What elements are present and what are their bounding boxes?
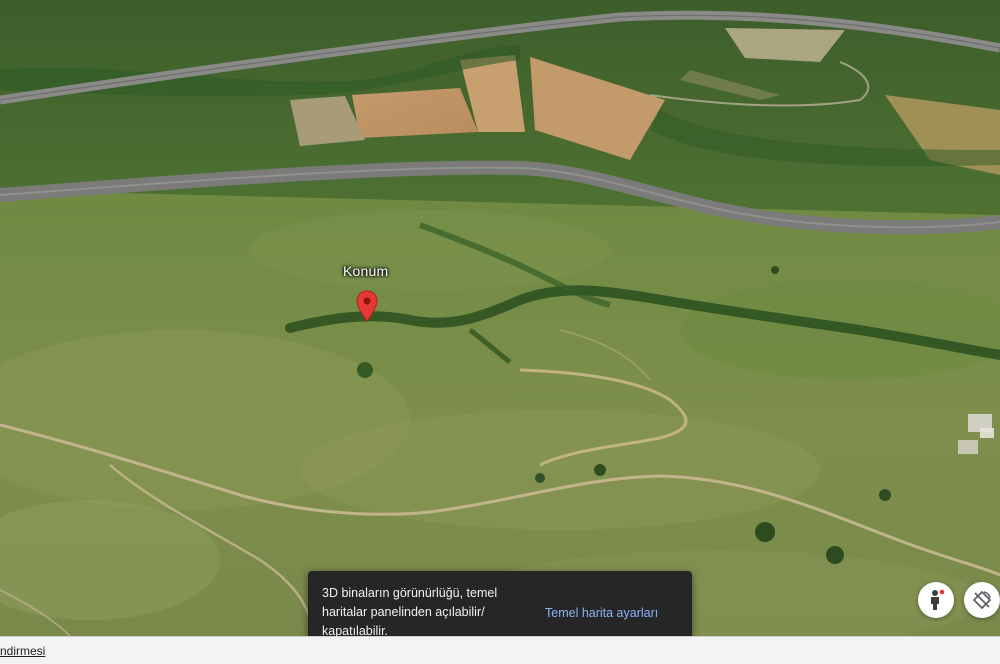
tilt-rotate-button[interactable]: [964, 582, 1000, 618]
place-label[interactable]: Konum: [343, 263, 388, 279]
pegman-icon: [931, 589, 945, 610]
tilt-rotate-icon: [972, 590, 992, 610]
toast-message: 3D binaların görünürlüğü, temel haritala…: [322, 586, 498, 638]
map-view[interactable]: Konum 3D binaların görünürlüğü, temel ha…: [0, 0, 1000, 664]
satellite-terrain[interactable]: [0, 0, 1000, 664]
basemap-settings-link[interactable]: Temel harita ayarları: [545, 606, 658, 620]
map-pin-icon[interactable]: [355, 290, 379, 322]
street-view-button[interactable]: [918, 582, 954, 618]
footer-link[interactable]: ndirmesi: [0, 644, 45, 658]
footer-bar: ndirmesi: [0, 636, 1000, 664]
